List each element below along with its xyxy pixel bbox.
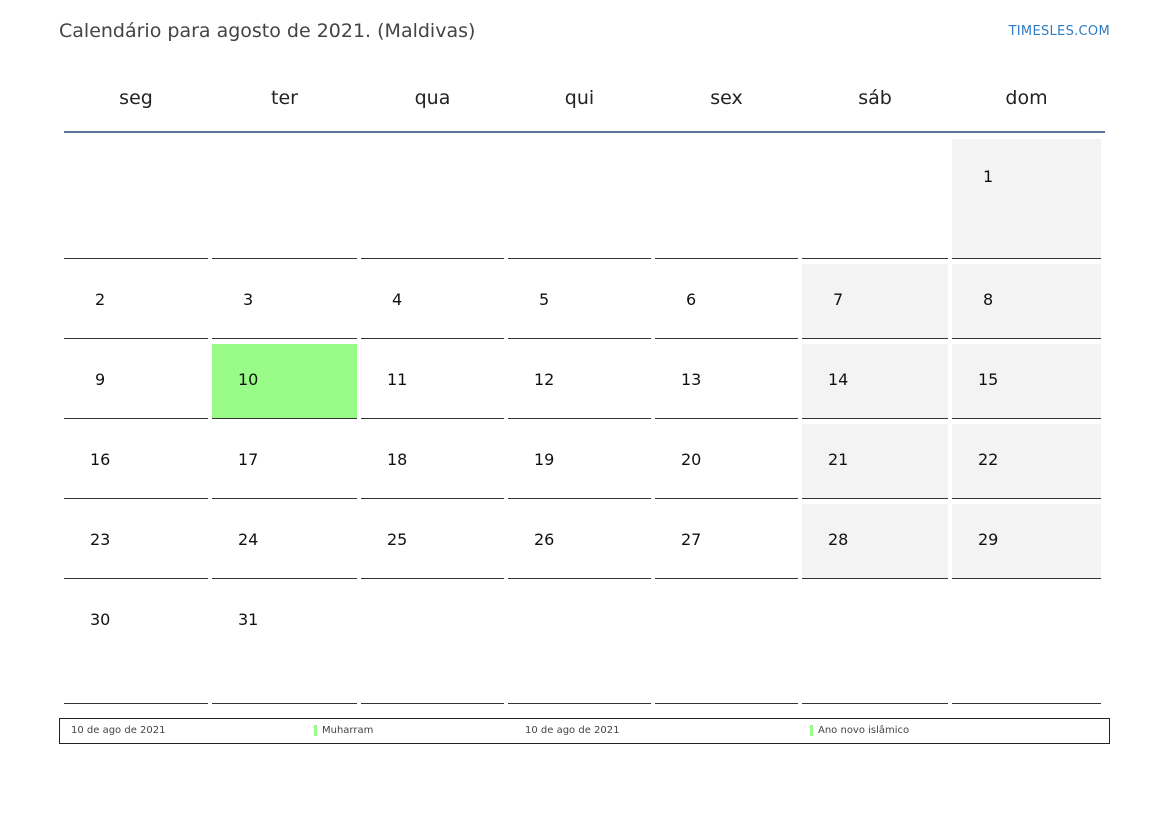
- day-number: 16: [90, 450, 111, 469]
- calendar-cell-empty: [508, 584, 651, 704]
- day-number: 24: [238, 530, 259, 549]
- calendar-day-cell[interactable]: 16: [64, 424, 208, 499]
- day-number: 19: [534, 450, 555, 469]
- calendar-cell-empty: [361, 584, 504, 704]
- calendar-day-cell[interactable]: 25: [361, 504, 504, 579]
- calendar-day-cell[interactable]: 11: [361, 344, 504, 419]
- calendar-day-cell[interactable]: 4: [361, 264, 504, 339]
- calendar-day-cell[interactable]: 30: [64, 584, 208, 704]
- calendar-week: 30 31: [64, 584, 1105, 709]
- day-number: 21: [828, 450, 849, 469]
- calendar-week: 9 10 11 12 13 14 15: [64, 344, 1105, 424]
- day-number: 25: [387, 530, 408, 549]
- day-number: 8: [983, 290, 994, 309]
- day-number: 14: [828, 370, 849, 389]
- calendar-day-cell[interactable]: 18: [361, 424, 504, 499]
- calendar-day-cell[interactable]: 8: [952, 264, 1101, 339]
- weekday-tue: ter: [271, 87, 298, 109]
- day-number: 15: [978, 370, 999, 389]
- calendar-cell-empty: [655, 139, 798, 259]
- weekday-thu: qui: [564, 87, 595, 109]
- calendar-day-cell[interactable]: 5: [508, 264, 651, 339]
- day-number: 10: [238, 370, 259, 389]
- calendar-day-cell[interactable]: 22: [952, 424, 1101, 499]
- legend-name-1: Muharram: [322, 725, 374, 736]
- calendar-day-cell[interactable]: 20: [655, 424, 798, 499]
- calendar-day-cell[interactable]: 15: [952, 344, 1101, 419]
- calendar-cell-empty: [361, 139, 504, 259]
- legend-color-marker-2: [810, 725, 813, 736]
- weekday-sat: sáb: [858, 87, 892, 109]
- day-number: 31: [238, 610, 259, 629]
- page-title: Calendário para agosto de 2021. (Maldiva…: [59, 20, 476, 42]
- day-number: 26: [534, 530, 555, 549]
- calendar-day-cell[interactable]: 28: [802, 504, 948, 579]
- calendar-day-cell[interactable]: 1: [952, 139, 1101, 259]
- calendar-day-cell[interactable]: 14: [802, 344, 948, 419]
- day-number: 4: [392, 290, 403, 309]
- day-number: 5: [539, 290, 550, 309]
- calendar-day-cell[interactable]: 23: [64, 504, 208, 579]
- calendar-cell-empty: [952, 584, 1101, 704]
- calendar-day-cell[interactable]: 9: [64, 344, 208, 419]
- calendar-day-cell[interactable]: 17: [212, 424, 357, 499]
- day-number: 6: [686, 290, 697, 309]
- calendar-cell-empty: [64, 139, 208, 259]
- weekday-wed: qua: [414, 87, 451, 109]
- calendar-week: 2 3 4 5 6 7 8: [64, 264, 1105, 344]
- calendar-day-cell[interactable]: 27: [655, 504, 798, 579]
- day-number: 27: [681, 530, 702, 549]
- day-number: 7: [833, 290, 844, 309]
- calendar-day-cell[interactable]: 29: [952, 504, 1101, 579]
- calendar-cell-empty: [802, 584, 948, 704]
- day-number: 13: [681, 370, 702, 389]
- day-number: 12: [534, 370, 555, 389]
- day-number: 20: [681, 450, 702, 469]
- day-number: 22: [978, 450, 999, 469]
- weekday-mon: seg: [119, 87, 153, 109]
- day-number: 9: [95, 370, 106, 389]
- weekday-sun: dom: [1005, 87, 1048, 109]
- calendar-day-cell[interactable]: 21: [802, 424, 948, 499]
- calendar-week: 1: [64, 139, 1105, 264]
- weekday-fri: sex: [710, 87, 743, 109]
- day-number: 11: [387, 370, 408, 389]
- calendar-day-cell[interactable]: 12: [508, 344, 651, 419]
- calendar-day-cell[interactable]: 13: [655, 344, 798, 419]
- calendar-cell-empty: [508, 139, 651, 259]
- calendar-day-cell[interactable]: 31: [212, 584, 357, 704]
- calendar-grid: 1 2 3 4 5 6 7 8 9 10 11 12 13 14 15 16 17 18 19 20 21 22 23 24 2…: [64, 139, 1105, 709]
- day-number: 30: [90, 610, 111, 629]
- header-rule: [64, 131, 1105, 133]
- brand-link[interactable]: TIMESLES.COM: [1009, 24, 1110, 39]
- day-number: 3: [243, 290, 254, 309]
- calendar-day-cell[interactable]: 26: [508, 504, 651, 579]
- calendar-week: 23 24 25 26 27 28 29: [64, 504, 1105, 584]
- legend-name-2: Ano novo islâmico: [818, 725, 910, 736]
- day-number: 18: [387, 450, 408, 469]
- calendar-day-cell[interactable]: 2: [64, 264, 208, 339]
- legend-color-marker-1: [314, 725, 317, 736]
- day-number: 17: [238, 450, 259, 469]
- calendar-day-cell[interactable]: 7: [802, 264, 948, 339]
- calendar-cell-empty: [655, 584, 798, 704]
- calendar-day-cell[interactable]: 19: [508, 424, 651, 499]
- calendar-cell-empty: [802, 139, 948, 259]
- calendar-cell-empty: [212, 139, 357, 259]
- calendar-week: 16 17 18 19 20 21 22: [64, 424, 1105, 504]
- day-number: 28: [828, 530, 849, 549]
- legend-box: 10 de ago de 2021 Muharram 10 de ago de …: [59, 718, 1110, 744]
- day-number: 29: [978, 530, 999, 549]
- calendar-day-cell[interactable]: 6: [655, 264, 798, 339]
- day-number: 23: [90, 530, 111, 549]
- day-number: 2: [95, 290, 106, 309]
- legend-date-2: 10 de ago de 2021: [525, 725, 620, 736]
- calendar-day-cell[interactable]: 3: [212, 264, 357, 339]
- day-number: 1: [983, 167, 994, 186]
- calendar-day-cell[interactable]: 24: [212, 504, 357, 579]
- legend-date-1: 10 de ago de 2021: [71, 725, 166, 736]
- calendar-day-cell[interactable]: 10: [212, 344, 357, 419]
- weekday-header: seg ter qua qui sex sáb dom: [64, 80, 1105, 117]
